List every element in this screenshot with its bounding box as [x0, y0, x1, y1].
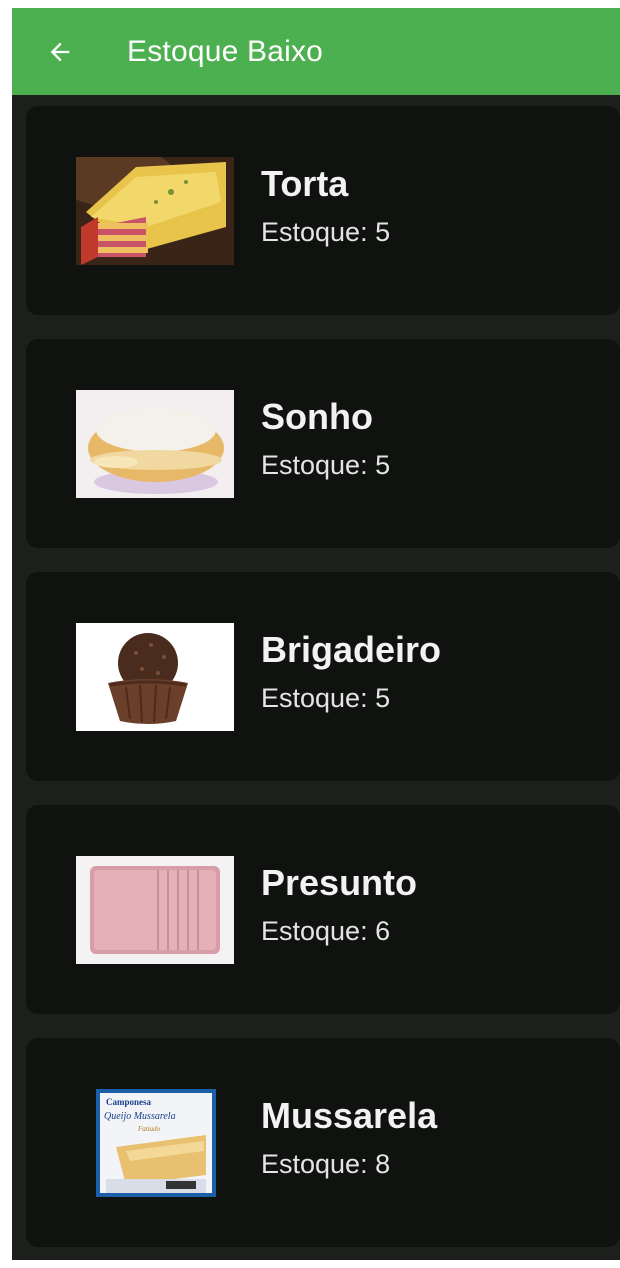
product-stock: Estoque: 8 — [261, 1149, 391, 1179]
product-card-sonho[interactable]: Sonho Estoque: 5 — [26, 339, 620, 548]
product-info: Torta Estoque: 5 — [261, 162, 390, 252]
page-title: Estoque Baixo — [127, 34, 324, 68]
product-card-torta[interactable]: Torta Estoque: 5 — [26, 106, 620, 315]
app-bar: Estoque Baixo — [12, 8, 620, 95]
torta-image — [76, 156, 234, 265]
package-variant: Fatiado — [137, 1125, 161, 1133]
product-name: Torta — [261, 163, 349, 204]
product-stock: Estoque: 5 — [261, 217, 391, 247]
arrow-left-icon — [50, 42, 70, 61]
product-info: Sonho Estoque: 5 — [261, 395, 390, 485]
product-stock: Estoque: 5 — [261, 450, 391, 480]
presunto-image — [76, 855, 234, 964]
screen: Estoque Baixo Torta Estoque: 5 Sonho Est… — [12, 8, 620, 1260]
product-card-mussarela[interactable]: Camponesa Queijo Mussarela Fatiado Mussa… — [26, 1038, 620, 1247]
mussarela-image: Camponesa Queijo Mussarela Fatiado — [96, 1088, 216, 1197]
product-info: Presunto Estoque: 6 — [261, 861, 417, 951]
back-button[interactable] — [30, 22, 90, 82]
package-brand: Camponesa — [106, 1097, 152, 1107]
product-stock: Estoque: 6 — [261, 916, 391, 946]
product-list: Torta Estoque: 5 Sonho Estoque: 5 Brigad… — [26, 106, 620, 1260]
product-stock: Estoque: 5 — [261, 683, 391, 713]
package-product: Queijo Mussarela — [104, 1111, 176, 1122]
sonho-image — [76, 389, 234, 498]
product-info: Mussarela Estoque: 8 — [261, 1094, 437, 1184]
product-info: Brigadeiro Estoque: 5 — [261, 628, 441, 718]
product-name: Brigadeiro — [261, 629, 442, 670]
brigadeiro-image — [76, 622, 234, 731]
product-card-presunto[interactable]: Presunto Estoque: 6 — [26, 805, 620, 1014]
product-card-brigadeiro[interactable]: Brigadeiro Estoque: 5 — [26, 572, 620, 781]
product-name: Mussarela — [261, 1095, 438, 1136]
product-name: Presunto — [261, 862, 418, 903]
product-name: Sonho — [261, 396, 373, 437]
